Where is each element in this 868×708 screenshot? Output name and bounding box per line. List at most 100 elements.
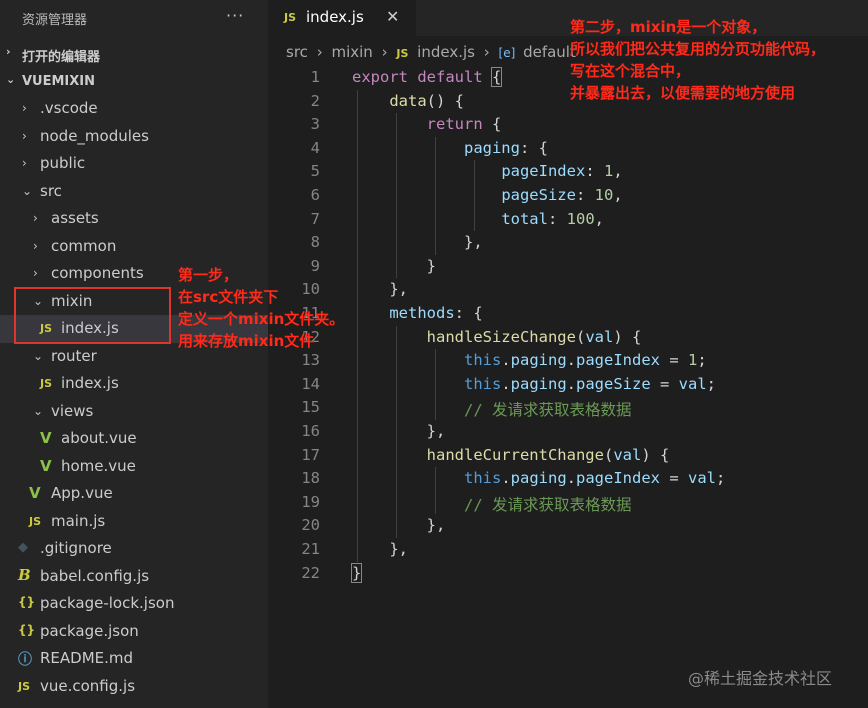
- code-line[interactable]: 9 }: [268, 255, 868, 279]
- code-line[interactable]: 3 return {: [268, 113, 868, 137]
- code-token: ,: [613, 186, 623, 204]
- tree-file[interactable]: JS vue.config.js: [0, 673, 268, 701]
- code-token: =: [660, 351, 688, 370]
- tree-folder[interactable]: › public: [0, 150, 268, 178]
- line-number: 3: [310, 115, 320, 134]
- code-token: pageIndex: [501, 162, 586, 181]
- code-token: this: [463, 469, 502, 488]
- annotation-line: 所以我们把公共复用的分页功能代码，: [570, 40, 826, 58]
- tree-folder[interactable]: › common: [0, 233, 268, 261]
- tree-file[interactable]: V App.vue: [0, 480, 268, 508]
- code-token: 1: [688, 351, 698, 370]
- code-text: this.paging.pageSize = val;: [352, 375, 716, 393]
- code-token: this: [463, 351, 502, 370]
- breadcrumb-symbol[interactable]: default: [523, 43, 576, 61]
- code-text: },: [352, 516, 446, 534]
- js-file-icon: JS: [18, 679, 31, 693]
- annotation-step2: 第二步，mixin是一个对象， 所以我们把公共复用的分页功能代码， 写在这个混合…: [570, 16, 825, 104]
- annotation-line: 定义一个mixin文件夹。: [178, 310, 345, 328]
- annotation-line: 写在这个混合中，: [570, 62, 691, 80]
- tab-index-js[interactable]: JS index.js ✕: [268, 0, 416, 36]
- code-line[interactable]: 16 },: [268, 420, 868, 444]
- code-line[interactable]: 15 // 发请求获取表格数据: [268, 396, 868, 420]
- open-editors-section[interactable]: › 打开的编辑器: [0, 40, 268, 67]
- tree-file[interactable]: {} package.json: [0, 618, 268, 646]
- code-line[interactable]: 5 pageIndex: 1,: [268, 160, 868, 184]
- annotation-line: 用来存放mixin文件: [178, 332, 315, 350]
- code-token: data: [389, 91, 427, 110]
- tree-file[interactable]: Vhome.vue: [0, 453, 268, 481]
- annotation-step1: 第一步， 在src文件夹下 定义一个mixin文件夹。 用来存放mixin文件: [178, 264, 344, 352]
- line-number: 13: [301, 351, 320, 370]
- code-token: },: [352, 280, 408, 299]
- code-line[interactable]: 14 this.paging.pageSize = val;: [268, 373, 868, 397]
- code-token: paging: [463, 138, 520, 157]
- code-line[interactable]: 12 handleSizeChange(val) {: [268, 326, 868, 350]
- code-line[interactable]: 18 this.paging.pageIndex = val;: [268, 467, 868, 491]
- breadcrumb-file[interactable]: index.js: [417, 43, 475, 61]
- more-actions-icon[interactable]: ···: [226, 6, 244, 25]
- tree-folder[interactable]: ⌄ views: [0, 398, 268, 426]
- code-line[interactable]: 8 },: [268, 231, 868, 255]
- breadcrumb: src › mixin › JS index.js › [e] default: [286, 43, 576, 65]
- code-line[interactable]: 20 },: [268, 514, 868, 538]
- code-line[interactable]: 21 },: [268, 538, 868, 562]
- tree-file[interactable]: ⓘ README.md: [0, 645, 268, 673]
- close-icon[interactable]: ✕: [386, 7, 399, 26]
- code-text: paging: {: [352, 139, 548, 157]
- code-line[interactable]: 7 total: 100,: [268, 208, 868, 232]
- code-token: .: [501, 469, 511, 488]
- code-text: this.paging.pageIndex = 1;: [352, 351, 707, 369]
- code-token: : {: [519, 138, 548, 157]
- code-text: data() {: [352, 92, 464, 110]
- tree-folder[interactable]: ⌄ src: [0, 178, 268, 206]
- tree-file[interactable]: JS main.js: [0, 508, 268, 536]
- chevron-right-icon: ›: [33, 266, 38, 280]
- code-line[interactable]: 6 pageSize: 10,: [268, 184, 868, 208]
- code-text: handleCurrentChange(val) {: [352, 445, 670, 464]
- line-number: 4: [310, 138, 320, 157]
- code-token: handleCurrentChange: [426, 445, 604, 464]
- tree-folder[interactable]: › assets: [0, 205, 268, 233]
- code-line[interactable]: 4 paging: {: [268, 137, 868, 161]
- babel-file-icon: B: [18, 565, 31, 584]
- code-token: paging: [510, 374, 567, 393]
- tree-file[interactable]: JS index.js: [0, 370, 268, 398]
- tree-file[interactable]: Bbabel.config.js: [0, 563, 268, 591]
- code-token: ,: [594, 209, 604, 228]
- line-number: 18: [301, 469, 320, 488]
- chevron-down-icon: ⌄: [33, 403, 44, 418]
- explorer-sidebar: 资源管理器 ··· › 打开的编辑器 ⌄ VUEMIXIN › .vscode › n…: [0, 0, 268, 708]
- code-token: :: [585, 162, 604, 181]
- code-line[interactable]: 17 handleCurrentChange(val) {: [268, 444, 868, 468]
- tree-folder[interactable]: › .vscode: [0, 95, 268, 123]
- code-token: {: [490, 67, 503, 87]
- code-token: .: [566, 469, 576, 488]
- breadcrumb-src[interactable]: src: [286, 43, 308, 61]
- tree-file[interactable]: Vabout.vue: [0, 425, 268, 453]
- code-token: paging: [510, 351, 567, 370]
- code-line[interactable]: 19 // 发请求获取表格数据: [268, 491, 868, 515]
- code-token: pageSize: [501, 186, 576, 204]
- tree-file[interactable]: ◆ .gitignore: [0, 535, 268, 563]
- code-token: .: [566, 374, 576, 393]
- code-text: // 发请求获取表格数据: [352, 398, 632, 420]
- code-line[interactable]: 11 methods: {: [268, 302, 868, 326]
- code-line[interactable]: 10 },: [268, 278, 868, 302]
- code-line[interactable]: 22}: [268, 562, 868, 586]
- line-number: 19: [301, 492, 320, 511]
- tree-file[interactable]: {} package-lock.json: [0, 590, 268, 618]
- line-number: 1: [310, 68, 320, 86]
- code-text: },: [352, 233, 483, 251]
- project-section[interactable]: ⌄ VUEMIXIN: [0, 68, 268, 95]
- code-token: (: [575, 327, 586, 346]
- tree-folder[interactable]: › node_modules: [0, 123, 268, 151]
- code-token: val: [678, 374, 707, 393]
- code-line[interactable]: 13 this.paging.pageIndex = 1;: [268, 349, 868, 373]
- breadcrumb-mixin[interactable]: mixin: [331, 43, 372, 61]
- tree-item-label: components: [51, 264, 144, 282]
